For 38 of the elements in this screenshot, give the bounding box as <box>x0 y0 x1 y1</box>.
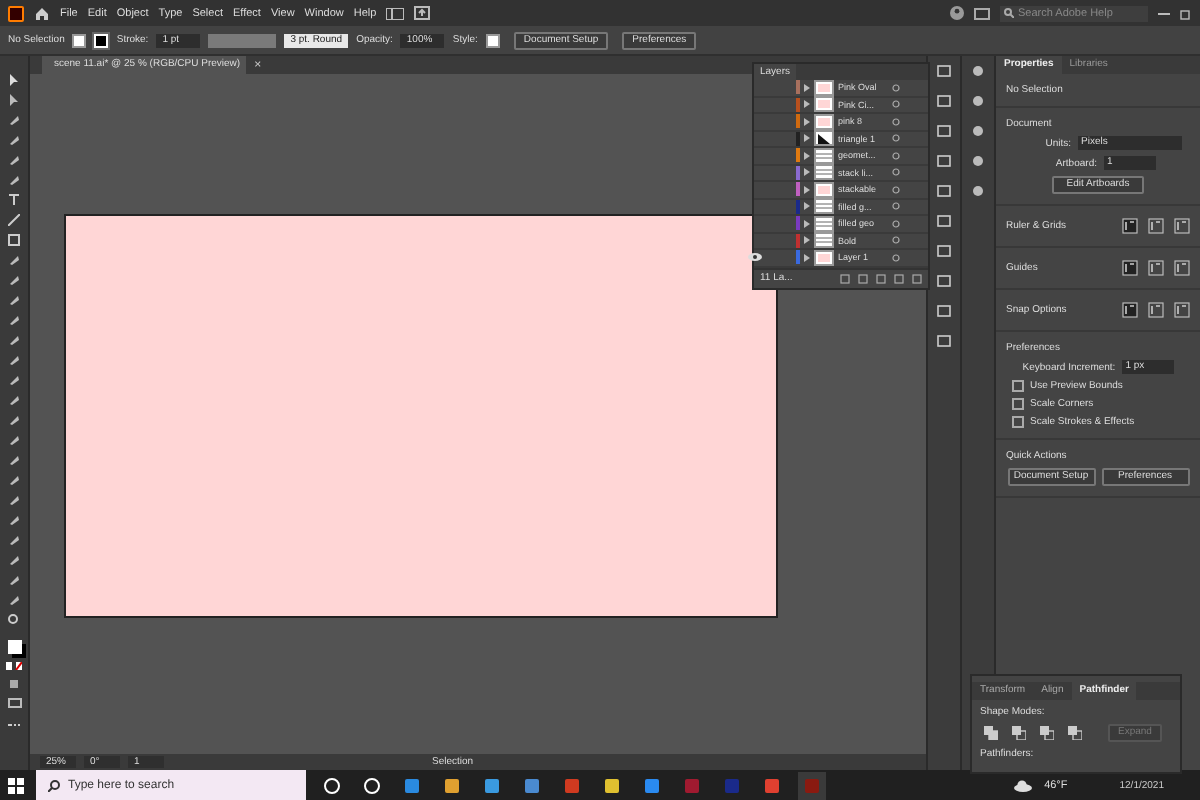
search-icon <box>48 779 60 791</box>
toggle-icon[interactable] <box>1122 260 1138 276</box>
start-icon[interactable] <box>8 777 24 793</box>
checkbox[interactable] <box>1012 398 1024 410</box>
home-icon[interactable] <box>34 5 50 21</box>
toggle-icon[interactable] <box>1174 218 1190 234</box>
panel-icon[interactable] <box>974 7 990 19</box>
cloud-icon <box>1014 779 1033 791</box>
restore-icon[interactable] <box>1180 7 1192 19</box>
checkbox[interactable] <box>1012 380 1024 392</box>
shape-mode-icon[interactable] <box>1040 726 1054 740</box>
toggle-icon[interactable] <box>1148 260 1164 276</box>
toggle-icon[interactable] <box>1148 302 1164 318</box>
share-icon[interactable] <box>414 6 431 20</box>
screen-mode-icon[interactable] <box>7 698 21 708</box>
draw-mode-icon[interactable] <box>8 678 20 690</box>
app-logo-icon[interactable] <box>8 5 24 21</box>
color-mode-icon[interactable] <box>6 662 22 670</box>
user-icon[interactable] <box>950 6 964 20</box>
search-icon <box>1004 8 1014 18</box>
shape-mode-icon[interactable] <box>984 726 998 740</box>
toggle-icon[interactable] <box>1122 302 1138 318</box>
shape-mode-icon[interactable] <box>1012 726 1026 740</box>
stroke-swatch[interactable] <box>94 33 109 47</box>
tool-icon[interactable] <box>8 194 20 206</box>
toggle-icon[interactable] <box>1174 260 1190 276</box>
toggle-icon[interactable] <box>1174 302 1190 318</box>
minimize-icon[interactable] <box>1158 11 1170 15</box>
workspace-icon[interactable] <box>386 7 405 19</box>
toggle-icon[interactable] <box>1122 218 1138 234</box>
eye-icon[interactable] <box>747 252 761 263</box>
checkbox[interactable] <box>1012 416 1024 428</box>
shape-mode-icon[interactable] <box>1068 726 1082 740</box>
toggle-icon[interactable] <box>1148 218 1164 234</box>
variable-width-field[interactable] <box>208 33 277 47</box>
fill-swatch[interactable] <box>72 33 87 47</box>
style-swatch[interactable] <box>485 33 500 47</box>
fill-stroke-icon[interactable] <box>7 640 21 654</box>
